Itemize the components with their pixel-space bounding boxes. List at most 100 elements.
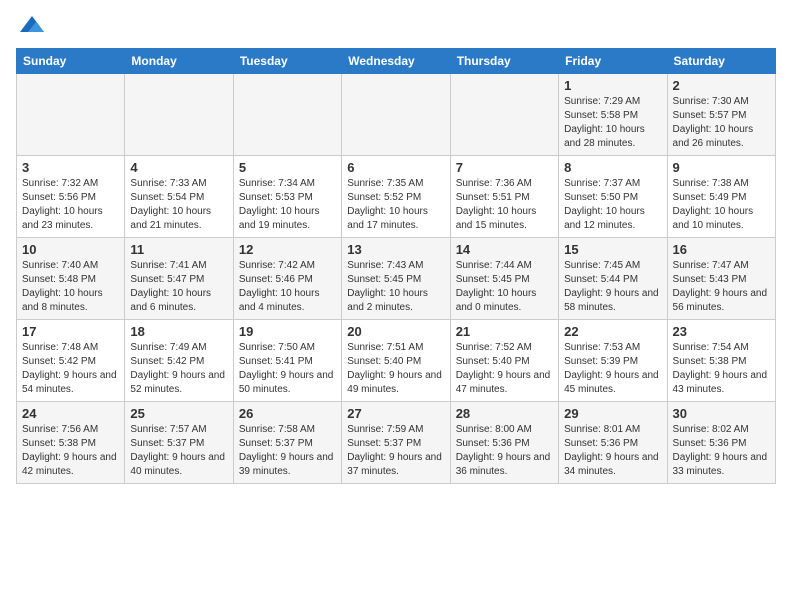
page-header <box>16 16 776 40</box>
cell-info: Sunrise: 7:29 AM Sunset: 5:58 PM Dayligh… <box>564 95 661 151</box>
day-number: 20 <box>347 324 444 339</box>
cell-info: Sunrise: 7:50 AM Sunset: 5:41 PM Dayligh… <box>239 341 336 397</box>
cell-info: Sunrise: 7:40 AM Sunset: 5:48 PM Dayligh… <box>22 259 119 315</box>
day-number: 18 <box>130 324 227 339</box>
cell-info: Sunrise: 7:35 AM Sunset: 5:52 PM Dayligh… <box>347 177 444 233</box>
calendar-cell: 6 Sunrise: 7:35 AM Sunset: 5:52 PM Daylig… <box>342 156 450 238</box>
calendar-cell: 7 Sunrise: 7:36 AM Sunset: 5:51 PM Daylig… <box>450 156 558 238</box>
day-number: 27 <box>347 406 444 421</box>
day-number: 10 <box>22 242 119 257</box>
day-number: 21 <box>456 324 553 339</box>
weekday-header-row: SundayMondayTuesdayWednesdayThursdayFrid… <box>17 49 776 74</box>
cell-info: Sunrise: 7:57 AM Sunset: 5:37 PM Dayligh… <box>130 423 227 479</box>
day-number: 6 <box>347 160 444 175</box>
cell-info: Sunrise: 7:30 AM Sunset: 5:57 PM Dayligh… <box>673 95 770 151</box>
cell-info: Sunrise: 7:51 AM Sunset: 5:40 PM Dayligh… <box>347 341 444 397</box>
day-number: 5 <box>239 160 336 175</box>
cell-info: Sunrise: 8:00 AM Sunset: 5:36 PM Dayligh… <box>456 423 553 479</box>
cell-info: Sunrise: 7:34 AM Sunset: 5:53 PM Dayligh… <box>239 177 336 233</box>
day-number: 14 <box>456 242 553 257</box>
calendar-cell: 27 Sunrise: 7:59 AM Sunset: 5:37 PM Dayli… <box>342 402 450 484</box>
calendar-cell: 22Sunrise: 7:53 AM Sunset: 5:39 PM Dayli… <box>559 320 667 402</box>
calendar-cell: 11 Sunrise: 7:41 AM Sunset: 5:47 PM Dayli… <box>125 238 233 320</box>
cell-info: Sunrise: 7:49 AM Sunset: 5:42 PM Dayligh… <box>130 341 227 397</box>
day-number: 28 <box>456 406 553 421</box>
cell-info: Sunrise: 7:37 AM Sunset: 5:50 PM Dayligh… <box>564 177 661 233</box>
day-number: 2 <box>673 78 770 93</box>
calendar-week-1: 1 Sunrise: 7:29 AM Sunset: 5:58 PM Daylig… <box>17 74 776 156</box>
weekday-header-wednesday: Wednesday <box>342 49 450 74</box>
weekday-header-thursday: Thursday <box>450 49 558 74</box>
cell-info: Sunrise: 7:42 AM Sunset: 5:46 PM Dayligh… <box>239 259 336 315</box>
calendar-cell: 25 Sunrise: 7:57 AM Sunset: 5:37 PM Dayli… <box>125 402 233 484</box>
day-number: 23 <box>673 324 770 339</box>
cell-info: Sunrise: 7:36 AM Sunset: 5:51 PM Dayligh… <box>456 177 553 233</box>
calendar-cell <box>342 74 450 156</box>
cell-info: Sunrise: 7:59 AM Sunset: 5:37 PM Dayligh… <box>347 423 444 479</box>
day-number: 1 <box>564 78 661 93</box>
weekday-header-monday: Monday <box>125 49 233 74</box>
calendar-cell: 20 Sunrise: 7:51 AM Sunset: 5:40 PM Dayli… <box>342 320 450 402</box>
calendar-week-5: 24Sunrise: 7:56 AM Sunset: 5:38 PM Dayli… <box>17 402 776 484</box>
cell-info: Sunrise: 7:44 AM Sunset: 5:45 PM Dayligh… <box>456 259 553 315</box>
day-number: 26 <box>239 406 336 421</box>
calendar-cell: 2 Sunrise: 7:30 AM Sunset: 5:57 PM Daylig… <box>667 74 775 156</box>
calendar-cell <box>125 74 233 156</box>
calendar-cell: 15 Sunrise: 7:45 AM Sunset: 5:44 PM Dayli… <box>559 238 667 320</box>
calendar-cell <box>17 74 125 156</box>
day-number: 11 <box>130 242 227 257</box>
day-number: 29 <box>564 406 661 421</box>
cell-info: Sunrise: 7:33 AM Sunset: 5:54 PM Dayligh… <box>130 177 227 233</box>
cell-info: Sunrise: 7:45 AM Sunset: 5:44 PM Dayligh… <box>564 259 661 315</box>
calendar: SundayMondayTuesdayWednesdayThursdayFrid… <box>16 48 776 484</box>
calendar-cell: 26 Sunrise: 7:58 AM Sunset: 5:37 PM Dayli… <box>233 402 341 484</box>
day-number: 19 <box>239 324 336 339</box>
calendar-cell: 21 Sunrise: 7:52 AM Sunset: 5:40 PM Dayli… <box>450 320 558 402</box>
cell-info: Sunrise: 7:54 AM Sunset: 5:38 PM Dayligh… <box>673 341 770 397</box>
cell-info: Sunrise: 8:01 AM Sunset: 5:36 PM Dayligh… <box>564 423 661 479</box>
weekday-header-tuesday: Tuesday <box>233 49 341 74</box>
calendar-cell <box>450 74 558 156</box>
calendar-cell: 17 Sunrise: 7:48 AM Sunset: 5:42 PM Dayli… <box>17 320 125 402</box>
calendar-cell: 23 Sunrise: 7:54 AM Sunset: 5:38 PM Dayli… <box>667 320 775 402</box>
cell-info: Sunrise: 7:48 AM Sunset: 5:42 PM Dayligh… <box>22 341 119 397</box>
day-number: 13 <box>347 242 444 257</box>
day-number: 9 <box>673 160 770 175</box>
logo-icon <box>18 12 46 40</box>
calendar-cell: 14 Sunrise: 7:44 AM Sunset: 5:45 PM Dayli… <box>450 238 558 320</box>
calendar-cell: 5 Sunrise: 7:34 AM Sunset: 5:53 PM Daylig… <box>233 156 341 238</box>
calendar-cell: 29 Sunrise: 8:01 AM Sunset: 5:36 PM Dayli… <box>559 402 667 484</box>
calendar-cell: 12 Sunrise: 7:42 AM Sunset: 5:46 PM Dayli… <box>233 238 341 320</box>
calendar-cell: 24Sunrise: 7:56 AM Sunset: 5:38 PM Dayli… <box>17 402 125 484</box>
weekday-header-friday: Friday <box>559 49 667 74</box>
day-number: 12 <box>239 242 336 257</box>
day-number: 17 <box>22 324 119 339</box>
day-number: 8 <box>564 160 661 175</box>
cell-info: Sunrise: 7:32 AM Sunset: 5:56 PM Dayligh… <box>22 177 119 233</box>
day-number: 22 <box>564 324 661 339</box>
cell-info: Sunrise: 7:52 AM Sunset: 5:40 PM Dayligh… <box>456 341 553 397</box>
cell-info: Sunrise: 7:38 AM Sunset: 5:49 PM Dayligh… <box>673 177 770 233</box>
weekday-header-saturday: Saturday <box>667 49 775 74</box>
calendar-cell: 10 Sunrise: 7:40 AM Sunset: 5:48 PM Dayli… <box>17 238 125 320</box>
calendar-week-2: 3 Sunrise: 7:32 AM Sunset: 5:56 PM Daylig… <box>17 156 776 238</box>
calendar-cell: 3 Sunrise: 7:32 AM Sunset: 5:56 PM Daylig… <box>17 156 125 238</box>
calendar-cell: 16Sunrise: 7:47 AM Sunset: 5:43 PM Dayli… <box>667 238 775 320</box>
calendar-cell: 28 Sunrise: 8:00 AM Sunset: 5:36 PM Dayli… <box>450 402 558 484</box>
calendar-cell: 19 Sunrise: 7:50 AM Sunset: 5:41 PM Dayli… <box>233 320 341 402</box>
cell-info: Sunrise: 8:02 AM Sunset: 5:36 PM Dayligh… <box>673 423 770 479</box>
calendar-week-3: 10 Sunrise: 7:40 AM Sunset: 5:48 PM Dayli… <box>17 238 776 320</box>
calendar-cell: 4Sunrise: 7:33 AM Sunset: 5:54 PM Daylig… <box>125 156 233 238</box>
weekday-header-sunday: Sunday <box>17 49 125 74</box>
day-number: 7 <box>456 160 553 175</box>
calendar-cell: 18 Sunrise: 7:49 AM Sunset: 5:42 PM Dayli… <box>125 320 233 402</box>
day-number: 30 <box>673 406 770 421</box>
cell-info: Sunrise: 7:41 AM Sunset: 5:47 PM Dayligh… <box>130 259 227 315</box>
cell-info: Sunrise: 7:56 AM Sunset: 5:38 PM Dayligh… <box>22 423 119 479</box>
calendar-cell: 8 Sunrise: 7:37 AM Sunset: 5:50 PM Daylig… <box>559 156 667 238</box>
day-number: 3 <box>22 160 119 175</box>
day-number: 25 <box>130 406 227 421</box>
logo <box>16 16 46 40</box>
cell-info: Sunrise: 7:58 AM Sunset: 5:37 PM Dayligh… <box>239 423 336 479</box>
day-number: 15 <box>564 242 661 257</box>
